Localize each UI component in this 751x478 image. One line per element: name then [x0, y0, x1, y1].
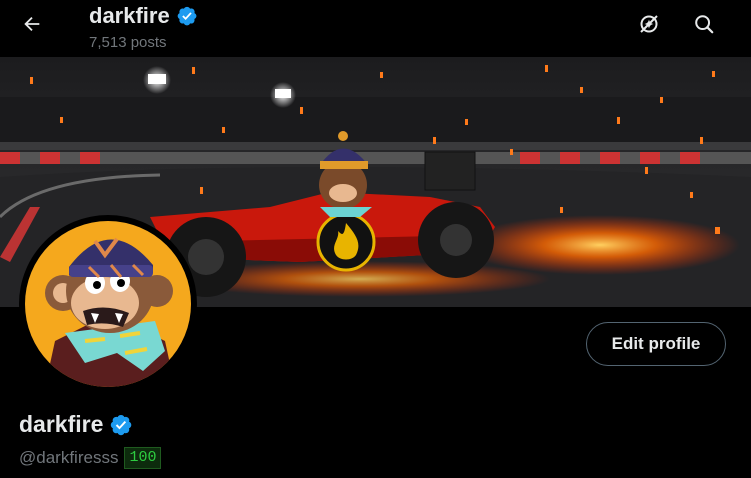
edit-profile-button[interactable]: Edit profile — [586, 322, 726, 366]
header-display-name: darkfire — [89, 3, 170, 28]
profile-display-name: darkfire — [19, 411, 104, 437]
profile-name-row: darkfire — [19, 411, 133, 438]
verified-badge-icon[interactable] — [109, 413, 133, 437]
no-ai-button[interactable] — [631, 6, 667, 42]
header-title-row: darkfire — [89, 3, 198, 29]
search-button[interactable] — [686, 6, 722, 42]
verified-badge-icon — [177, 6, 197, 26]
profile-avatar[interactable] — [19, 215, 197, 393]
profile-handle: @darkfiresss — [19, 448, 119, 467]
back-button[interactable] — [14, 6, 50, 42]
posts-count: 7,513 posts — [89, 34, 167, 51]
score-badge: 100 — [124, 447, 162, 469]
search-icon — [695, 15, 714, 34]
handle-row: @darkfiresss 100 — [19, 447, 162, 469]
avatar-image — [25, 221, 191, 387]
no-ai-icon — [640, 15, 658, 33]
arrow-left-icon — [24, 16, 40, 32]
top-bar: darkfire 7,513 posts — [0, 0, 751, 57]
